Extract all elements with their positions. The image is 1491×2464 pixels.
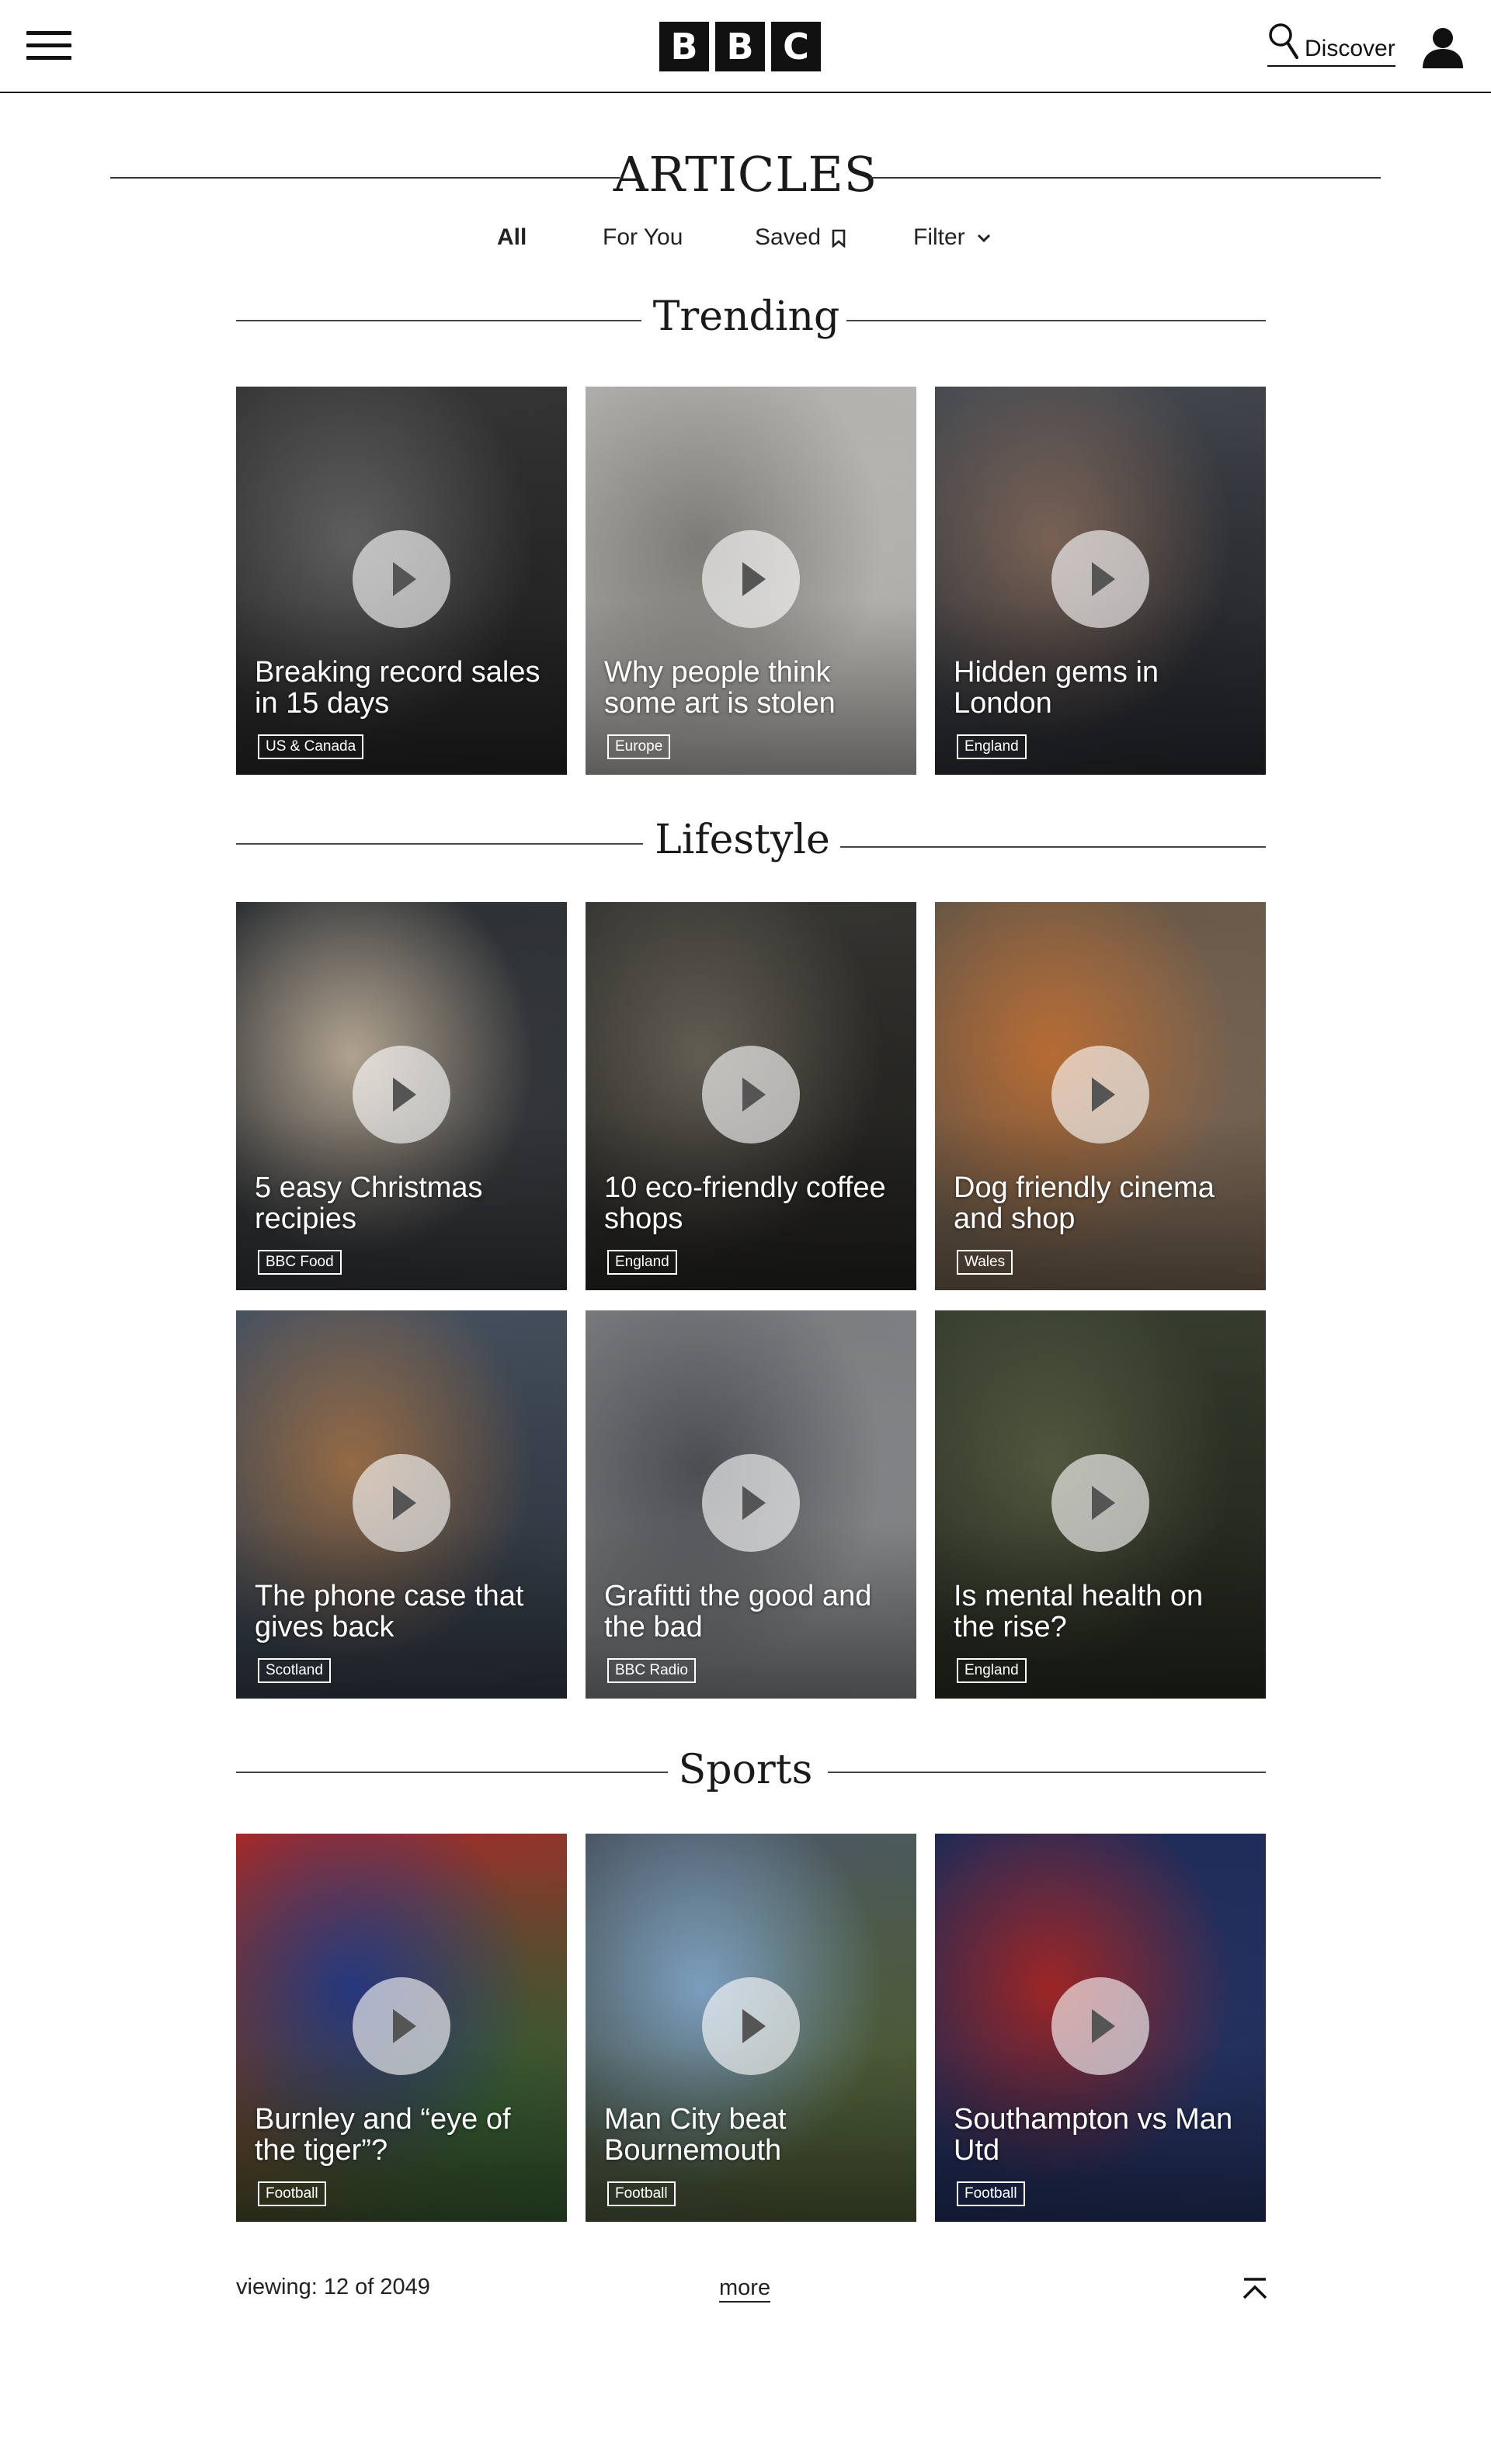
back-to-top-icon[interactable]	[1239, 2276, 1270, 2304]
card-title: Breaking record sales in 15 days	[255, 656, 540, 720]
tab-label: Saved	[755, 224, 822, 250]
article-card[interactable]: Why people think some art is stolen Euro…	[586, 387, 916, 775]
card-tag[interactable]: England	[957, 734, 1027, 759]
card-title: Burnley and “eye of the tiger”?	[255, 2103, 511, 2167]
play-icon[interactable]	[353, 1454, 450, 1552]
card-title: 10 eco-friendly coffee shops	[604, 1171, 886, 1235]
play-icon[interactable]	[1051, 1977, 1149, 2075]
section-rule	[846, 320, 1266, 321]
site-header: B B C Discover	[0, 0, 1491, 93]
card-title: Hidden gems in London	[954, 656, 1159, 720]
bbc-logo[interactable]: B B C	[659, 22, 821, 71]
section-rule	[840, 846, 1266, 848]
card-tag[interactable]: BBC Food	[258, 1250, 342, 1275]
section-title-sports: Sports	[678, 1747, 813, 1793]
tab-label: For You	[603, 224, 683, 250]
tab-saved[interactable]: Saved	[755, 220, 846, 255]
article-card[interactable]: Hidden gems in London England	[935, 387, 1266, 775]
article-card[interactable]: The phone case that gives back Scotland	[236, 1310, 567, 1699]
play-icon[interactable]	[702, 1977, 800, 2075]
page-title: ARTICLES	[613, 146, 878, 203]
section-title-lifestyle: Lifestyle	[655, 817, 830, 863]
card-title: Dog friendly cinema and shop	[954, 1171, 1215, 1235]
discover-button[interactable]: Discover	[1267, 23, 1395, 67]
card-tag[interactable]: US & Canada	[258, 734, 364, 759]
card-title: Man City beat Bournemouth	[604, 2103, 787, 2167]
card-tag[interactable]: Football	[607, 2181, 676, 2206]
section-rule	[236, 1772, 668, 1773]
section-rule	[236, 320, 641, 321]
play-icon[interactable]	[353, 530, 450, 628]
logo-letter: B	[659, 22, 709, 71]
article-card[interactable]: Grafitti the good and the bad BBC Radio	[586, 1310, 916, 1699]
tab-for-you[interactable]: For You	[603, 220, 683, 255]
card-title: 5 easy Christmas recipies	[255, 1171, 483, 1235]
chevron-down-icon	[977, 234, 991, 243]
section-rule	[828, 1772, 1266, 1773]
more-link[interactable]: more	[719, 2275, 771, 2303]
title-rule-right	[870, 177, 1381, 179]
logo-letter: B	[715, 22, 765, 71]
discover-label: Discover	[1305, 36, 1395, 61]
card-title: Is mental health on the rise?	[954, 1580, 1204, 1643]
article-card[interactable]: Breaking record sales in 15 days US & Ca…	[236, 387, 567, 775]
card-tag[interactable]: Football	[957, 2181, 1025, 2206]
tab-label: All	[497, 224, 527, 250]
section-rule	[236, 843, 643, 845]
card-tag[interactable]: Wales	[957, 1250, 1013, 1275]
play-icon[interactable]	[1051, 530, 1149, 628]
card-tag[interactable]: BBC Radio	[607, 1658, 696, 1683]
article-card[interactable]: Man City beat Bournemouth Football	[586, 1834, 916, 2222]
card-tag[interactable]: Scotland	[258, 1658, 331, 1683]
tab-all[interactable]: All	[497, 220, 527, 255]
play-icon[interactable]	[702, 1046, 800, 1144]
search-icon	[1269, 23, 1298, 59]
play-icon[interactable]	[702, 530, 800, 628]
play-icon[interactable]	[1051, 1454, 1149, 1552]
card-title: Why people think some art is stolen	[604, 656, 836, 720]
logo-letter: C	[771, 22, 821, 71]
user-icon[interactable]	[1421, 26, 1465, 68]
play-icon[interactable]	[1051, 1046, 1149, 1144]
card-tag[interactable]: Football	[258, 2181, 326, 2206]
article-card[interactable]: 10 eco-friendly coffee shops England	[586, 902, 916, 1290]
card-title: Grafitti the good and the bad	[604, 1580, 872, 1643]
article-card[interactable]: Is mental health on the rise? England	[935, 1310, 1266, 1699]
article-card[interactable]: Burnley and “eye of the tiger”? Football	[236, 1834, 567, 2222]
card-title: Southampton vs Man Utd	[954, 2103, 1233, 2167]
tab-label: Filter	[913, 224, 965, 250]
play-icon[interactable]	[353, 1046, 450, 1144]
bookmark-icon	[832, 229, 846, 248]
card-tag[interactable]: England	[957, 1658, 1027, 1683]
hamburger-menu-icon[interactable]	[26, 31, 71, 62]
card-title: The phone case that gives back	[255, 1580, 524, 1643]
article-card[interactable]: 5 easy Christmas recipies BBC Food	[236, 902, 567, 1290]
article-card[interactable]: Southampton vs Man Utd Football	[935, 1834, 1266, 2222]
card-tag[interactable]: Europe	[607, 734, 671, 759]
play-icon[interactable]	[702, 1454, 800, 1552]
card-tag[interactable]: England	[607, 1250, 677, 1275]
section-title-trending: Trending	[652, 293, 840, 340]
play-icon[interactable]	[353, 1977, 450, 2075]
article-card[interactable]: Dog friendly cinema and shop Wales	[935, 902, 1266, 1290]
viewing-count: viewing: 12 of 2049	[236, 2275, 430, 2299]
tab-filter[interactable]: Filter	[913, 220, 992, 255]
